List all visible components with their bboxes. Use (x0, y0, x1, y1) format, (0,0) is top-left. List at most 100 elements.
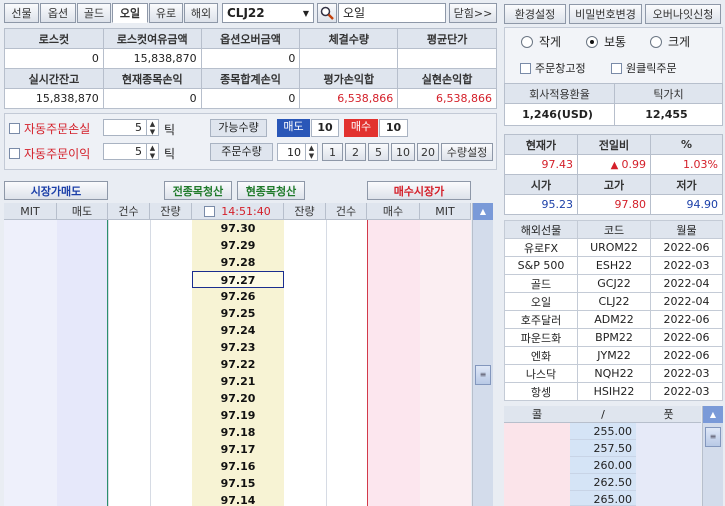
size-small-option[interactable]: 작게 (521, 33, 561, 50)
auto-loss-option[interactable]: 자동주문손실 (9, 120, 90, 137)
order-qty-stepper[interactable]: 10 ▲ ▼ (277, 143, 318, 161)
size-large-label: 크게 (668, 35, 691, 49)
qty-2-button[interactable]: 2 (345, 143, 366, 161)
qty-setting-button[interactable]: 수량설정 (441, 143, 493, 161)
auto-profit-unit: 틱 (164, 147, 176, 161)
size-normal-radio[interactable] (586, 35, 598, 48)
header-strike: / (570, 406, 636, 423)
tick-value: 12,455 (614, 103, 723, 126)
header-sell-count: 건수 (108, 203, 150, 220)
ladder-price-row[interactable]: 97.25 (192, 305, 284, 322)
ladder-price-row[interactable]: 97.16 (192, 458, 284, 475)
ladder-price-row[interactable]: 97.15 (192, 475, 284, 492)
header-month: 월물 (650, 220, 723, 239)
code-select[interactable]: CLJ22 ▼ (222, 3, 314, 23)
tab-gold[interactable]: 골드 (77, 3, 111, 23)
buy-order-column[interactable] (367, 220, 420, 506)
tab-overseas[interactable]: 해외 (184, 3, 218, 23)
ladder-fix-checkbox[interactable] (204, 205, 216, 217)
scroll-thumb-icon[interactable]: ≡ (705, 427, 721, 447)
sell-order-column[interactable] (57, 220, 108, 506)
size-large-option[interactable]: 크게 (650, 33, 690, 50)
auto-loss-unit: 틱 (164, 123, 176, 137)
list-item[interactable]: 호주달러 ADM22 2022-06 (504, 310, 723, 329)
ladder-price-row[interactable]: 97.26 (192, 288, 284, 305)
change-password-button[interactable]: 비밀번호변경 (569, 4, 642, 24)
overnight-request-button[interactable]: 오버나잇신청 (645, 4, 721, 24)
list-item[interactable]: 오일 CLJ22 2022-04 (504, 292, 723, 311)
auto-profit-stepper[interactable]: 5 ▲ ▼ (103, 143, 159, 160)
fix-window-option[interactable]: 주문창고정 (520, 60, 586, 76)
ladder-price-row[interactable]: 97.18 (192, 424, 284, 441)
auto-profit-option[interactable]: 자동주문이익 (9, 145, 90, 162)
header-current-price: 현재가 (504, 134, 578, 155)
buy-label: 매수 (344, 119, 378, 137)
ladder-scrollbar[interactable]: ▲ ≡ (472, 203, 493, 506)
close-all-button[interactable]: 전종목청산 (164, 181, 232, 200)
instrument-name-field[interactable]: 오일 (338, 3, 446, 23)
size-normal-option[interactable]: 보통 (586, 33, 626, 50)
scroll-up-icon[interactable]: ▲ (473, 203, 493, 220)
qty-20-button[interactable]: 20 (417, 143, 439, 161)
ladder-price-row-selected[interactable]: 97.27 (192, 271, 284, 288)
auto-loss-checkbox[interactable] (9, 123, 20, 134)
stepper-arrows-icon[interactable]: ▲ ▼ (146, 144, 158, 160)
buy-mit-column[interactable] (420, 220, 471, 506)
ladder-price-row[interactable]: 97.30 (192, 220, 284, 237)
header-sell-remaining: 잔량 (150, 203, 192, 220)
tab-futures[interactable]: 선물 (4, 3, 39, 23)
sell-mit-column[interactable] (4, 220, 57, 506)
stepper-arrows-icon[interactable]: ▲ ▼ (146, 120, 158, 136)
qty-10-button[interactable]: 10 (391, 143, 415, 161)
size-large-radio[interactable] (650, 35, 662, 48)
tab-euro[interactable]: 유로 (149, 3, 183, 23)
buy-available-qty: 10 (379, 119, 408, 137)
ladder-price-row[interactable]: 97.22 (192, 356, 284, 373)
list-item[interactable]: 골드 GCJ22 2022-04 (504, 274, 723, 293)
one-click-option[interactable]: 원클릭주문 (611, 60, 677, 76)
list-item[interactable]: 나스닥 NQH22 2022-03 (504, 364, 723, 383)
fix-window-checkbox[interactable] (520, 62, 531, 74)
list-item[interactable]: 파운드화 BPM22 2022-06 (504, 328, 723, 347)
scroll-up-icon[interactable]: ▲ (703, 406, 723, 423)
auto-loss-stepper[interactable]: 5 ▲ ▼ (103, 119, 159, 136)
ladder-price-row[interactable]: 97.23 (192, 339, 284, 356)
tab-options[interactable]: 옵션 (40, 3, 76, 23)
ladder-price-row[interactable]: 97.24 (192, 322, 284, 339)
ladder-price-row[interactable]: 97.21 (192, 373, 284, 390)
market-sell-button[interactable]: 시장가매도 (4, 181, 108, 200)
ladder-price-row[interactable]: 97.28 (192, 254, 284, 271)
tab-oil[interactable]: 오일 (112, 3, 148, 23)
chevron-down-icon: ▼ (302, 8, 309, 18)
ladder-price-row[interactable]: 97.17 (192, 441, 284, 458)
list-item[interactable]: S&P 500 ESH22 2022-03 (504, 256, 723, 275)
close-panel-button[interactable]: 닫힘>> (449, 3, 497, 23)
qty-1-button[interactable]: 1 (322, 143, 343, 161)
scroll-thumb-icon[interactable]: ≡ (475, 365, 491, 385)
header-loss-cut: 로스컷 (4, 28, 104, 49)
header-eval-pnl: 평가손익합 (299, 68, 399, 89)
size-small-radio[interactable] (521, 35, 533, 48)
search-button[interactable] (317, 3, 337, 23)
rate-value: 1,246(USD) (504, 103, 615, 126)
settings-button[interactable]: 환경설정 (504, 4, 566, 24)
one-click-checkbox[interactable] (611, 62, 622, 74)
value-eval-pnl: 6,538,866 (299, 88, 399, 109)
close-current-button[interactable]: 현종목청산 (237, 181, 305, 200)
ladder-price-row[interactable]: 97.29 (192, 237, 284, 254)
ladder-price-row[interactable]: 97.14 (192, 492, 284, 506)
option-scrollbar[interactable]: ▲ ≡ (702, 406, 723, 506)
list-item[interactable]: 엔화 JYM22 2022-06 (504, 346, 723, 365)
ladder-time: 14:51:40 (221, 204, 271, 218)
tick-value-label: 틱가치 (614, 83, 723, 104)
ladder-price-row[interactable]: 97.19 (192, 407, 284, 424)
market-buy-button[interactable]: 매수시장가 (367, 181, 471, 200)
list-item[interactable]: 항셍 HSIH22 2022-03 (504, 382, 723, 401)
header-percent: % (650, 134, 723, 155)
ladder-price-row[interactable]: 97.20 (192, 390, 284, 407)
qty-5-button[interactable]: 5 (368, 143, 389, 161)
list-item[interactable]: 유로FX UROM22 2022-06 (504, 238, 723, 257)
fix-window-label: 주문창고정 (535, 62, 586, 75)
auto-profit-checkbox[interactable] (9, 148, 20, 159)
stepper-arrows-icon[interactable]: ▲ ▼ (305, 144, 317, 160)
